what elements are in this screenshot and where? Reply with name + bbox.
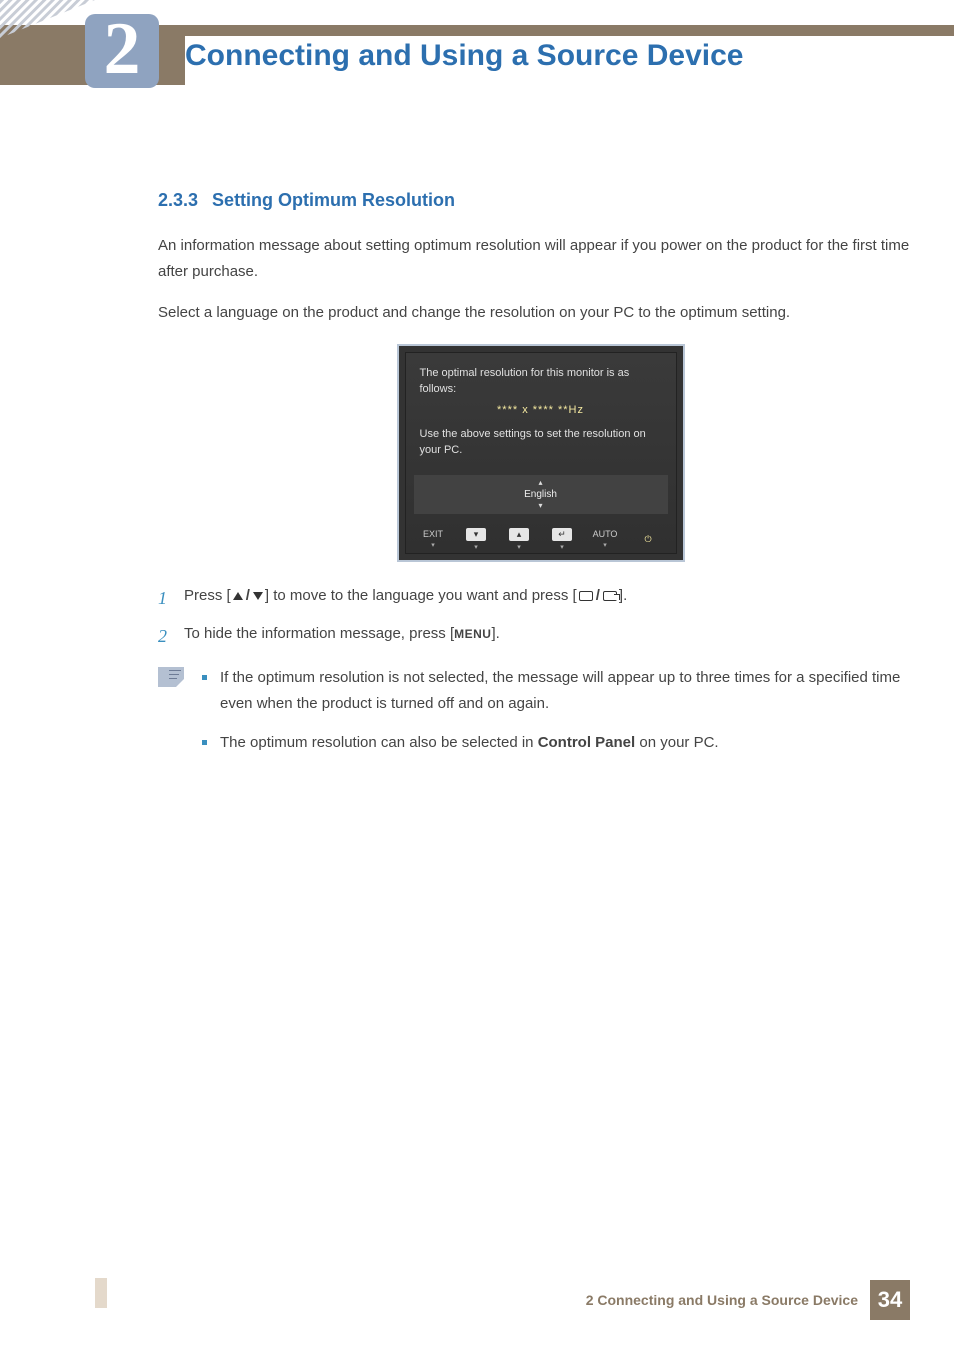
osd-language-selector: ▴ English ▾	[414, 475, 668, 514]
osd-enter-icon: ↵	[552, 528, 572, 541]
osd-power-icon: ⏻	[644, 534, 651, 544]
content-area: 2.3.3 Setting Optimum Resolution An infor…	[158, 190, 923, 770]
osd-up-icon: ▴	[509, 528, 529, 541]
osd-line-1: The optimal resolution for this monitor …	[420, 365, 662, 398]
up-down-icon: /	[233, 584, 263, 608]
corner-hatch-decoration	[0, 0, 95, 38]
step-2: 2 To hide the information message, press…	[158, 622, 923, 651]
osd-exit-label: EXIT	[423, 529, 443, 539]
osd-line-2: Use the above settings to set the resolu…	[420, 426, 662, 459]
osd-auto-label: AUTO	[593, 529, 618, 539]
note-icon	[158, 667, 184, 687]
section-title: Setting Optimum Resolution	[212, 190, 455, 210]
intro-paragraph-2: Select a language on the product and cha…	[158, 300, 923, 326]
intro-paragraph-1: An information message about setting opt…	[158, 233, 923, 284]
osd-screenshot: The optimal resolution for this monitor …	[397, 344, 685, 562]
chapter-title: Connecting and Using a Source Device	[185, 36, 954, 85]
step-1: 1 Press [/] to move to the language you …	[158, 584, 923, 613]
chapter-number-box: 2	[85, 14, 159, 88]
osd-resolution: **** x **** **Hz	[420, 404, 662, 416]
down-arrow-icon: ▾	[414, 502, 668, 510]
step-number: 2	[158, 622, 184, 651]
footer-text: 2 Connecting and Using a Source Device	[586, 1292, 858, 1308]
osd-language: English	[414, 487, 668, 502]
footer: 2 Connecting and Using a Source Device 3…	[0, 1280, 954, 1320]
step-list: 1 Press [/] to move to the language you …	[158, 584, 923, 652]
osd-down-icon: ▾	[466, 528, 486, 541]
section-heading: 2.3.3 Setting Optimum Resolution	[158, 190, 923, 211]
osd-button-row: EXIT▾ ▾▾ ▴▾ ↵▾ AUTO▾ ⏻	[406, 522, 676, 553]
note-bullet-2: The optimum resolution can also be selec…	[198, 730, 923, 756]
step-number: 1	[158, 584, 184, 613]
chapter-number: 2	[104, 12, 141, 86]
section-number: 2.3.3	[158, 190, 198, 210]
menu-button-label: MENU	[454, 627, 491, 641]
up-arrow-icon: ▴	[414, 479, 668, 487]
source-enter-icon: /	[579, 584, 617, 608]
note-block: If the optimum resolution is not selecte…	[158, 665, 923, 770]
page-number: 34	[870, 1280, 910, 1320]
note-bullet-1: If the optimum resolution is not selecte…	[198, 665, 923, 716]
